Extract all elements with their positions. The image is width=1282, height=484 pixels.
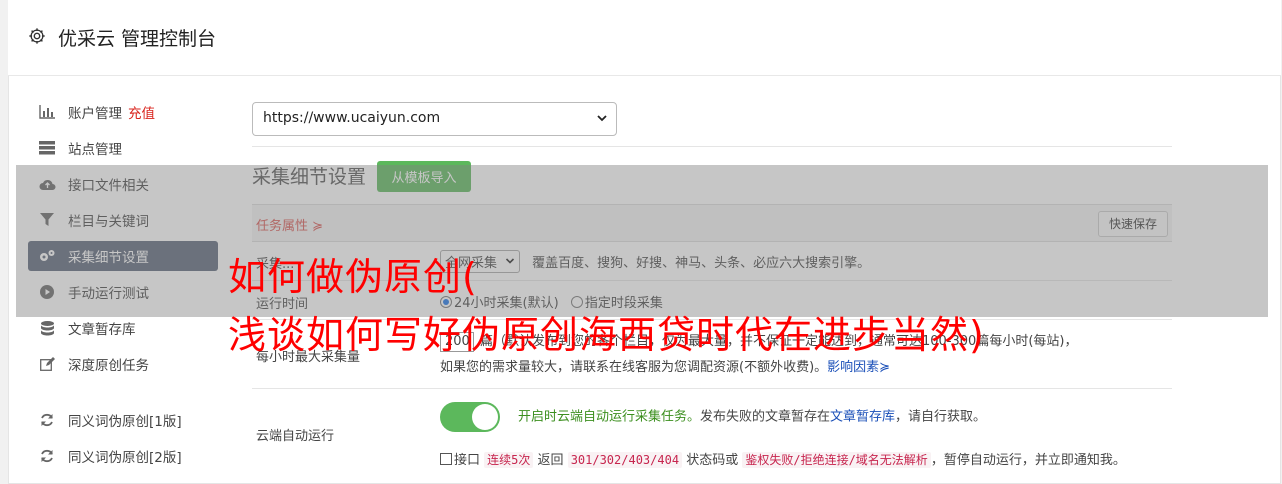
site-select-value: https://www.ucaiyun.com <box>263 110 441 126</box>
gear-icon <box>29 28 45 44</box>
sidebar-item-label: 深度原创任务 <box>68 358 149 374</box>
auto-run-desc: 发布失败的文章暂存在 <box>700 409 831 425</box>
text-status-or: 状态码或 <box>686 453 739 468</box>
sidebar-item-sites[interactable]: 站点管理 <box>28 133 218 163</box>
sidebar-item-account[interactable]: 账户管理 充值 <box>28 97 218 127</box>
text-return: 返回 <box>537 453 564 468</box>
contact-desc: 如果您的需求量较大，请联系在线客服为您调配资源(不额外收费)。 <box>440 360 828 375</box>
sidebar-item-synonym-v2[interactable]: 同义词伪原创[2版] <box>28 441 218 471</box>
row-label: 云端自动运行 <box>256 429 335 444</box>
code-consecutive: 连续5次 <box>484 452 534 468</box>
recharge-link[interactable]: 充值 <box>128 102 155 122</box>
sidebar-item-label: 同义词伪原创[1版] <box>68 414 182 430</box>
bar-chart-icon <box>38 104 56 120</box>
edit-icon <box>38 356 56 372</box>
text-pause-notify: ，暂停自动运行，并立即通知我。 <box>930 453 1126 468</box>
row-content: 开启时云端自动运行采集任务。发布失败的文章暂存在文章暂存库，请自行获取。 <box>440 402 986 432</box>
database-icon <box>38 320 56 336</box>
sidebar-item-deep-original[interactable]: 深度原创任务 <box>28 349 218 379</box>
code-status: 301/302/403/404 <box>567 452 683 468</box>
sidebar-item-label: 文章暂存库 <box>68 322 136 338</box>
sidebar-item-synonym-v1[interactable]: 同义词伪原创[1版] <box>28 405 218 435</box>
site-select[interactable]: https://www.ucaiyun.com <box>252 102 617 136</box>
auto-run-green-text: 开启时云端自动运行采集任务。 <box>518 409 701 425</box>
divider <box>252 146 1172 147</box>
page-title: 优采云 管理控制台 <box>58 28 217 50</box>
code-errors: 鉴权失败/拒绝连接/域名无法解析 <box>742 452 931 468</box>
page-header: 优采云 管理控制台 <box>8 0 1281 76</box>
auto-run-desc-end: ，请自行获取。 <box>895 409 987 425</box>
refresh-icon <box>38 412 56 428</box>
sidebar-item-label: 同义词伪原创[2版] <box>68 450 182 466</box>
table-row: 云端自动运行 开启时云端自动运行采集任务。发布失败的文章暂存在文章暂存库，请自行… <box>252 389 1172 479</box>
row-content: 接口 连续5次 返回 301/302/403/404 状态码或 鉴权失败/拒绝连… <box>440 449 1126 468</box>
checkbox-label: 接口 <box>454 453 481 468</box>
refresh-icon <box>38 448 56 464</box>
sidebar-item-label: 账户管理 <box>68 106 122 122</box>
sidebar-item-article-store[interactable]: 文章暂存库 <box>28 313 218 343</box>
article-store-link[interactable]: 文章暂存库 <box>830 410 895 425</box>
overlay-heading-line1: 如何做伪原创( <box>228 255 478 299</box>
influence-factors-link[interactable]: 影响因素≽ <box>827 360 890 375</box>
server-icon <box>38 140 56 156</box>
cloud-auto-run-toggle[interactable] <box>440 402 500 432</box>
pause-checkbox[interactable] <box>440 453 452 465</box>
gray-overlay-band <box>16 165 1268 317</box>
sidebar-item-label: 站点管理 <box>68 142 122 158</box>
overlay-heading-line2: 浅谈如何写好伪原创海西贷时代在进步当然) <box>228 313 985 357</box>
chevron-down-icon <box>597 115 607 122</box>
